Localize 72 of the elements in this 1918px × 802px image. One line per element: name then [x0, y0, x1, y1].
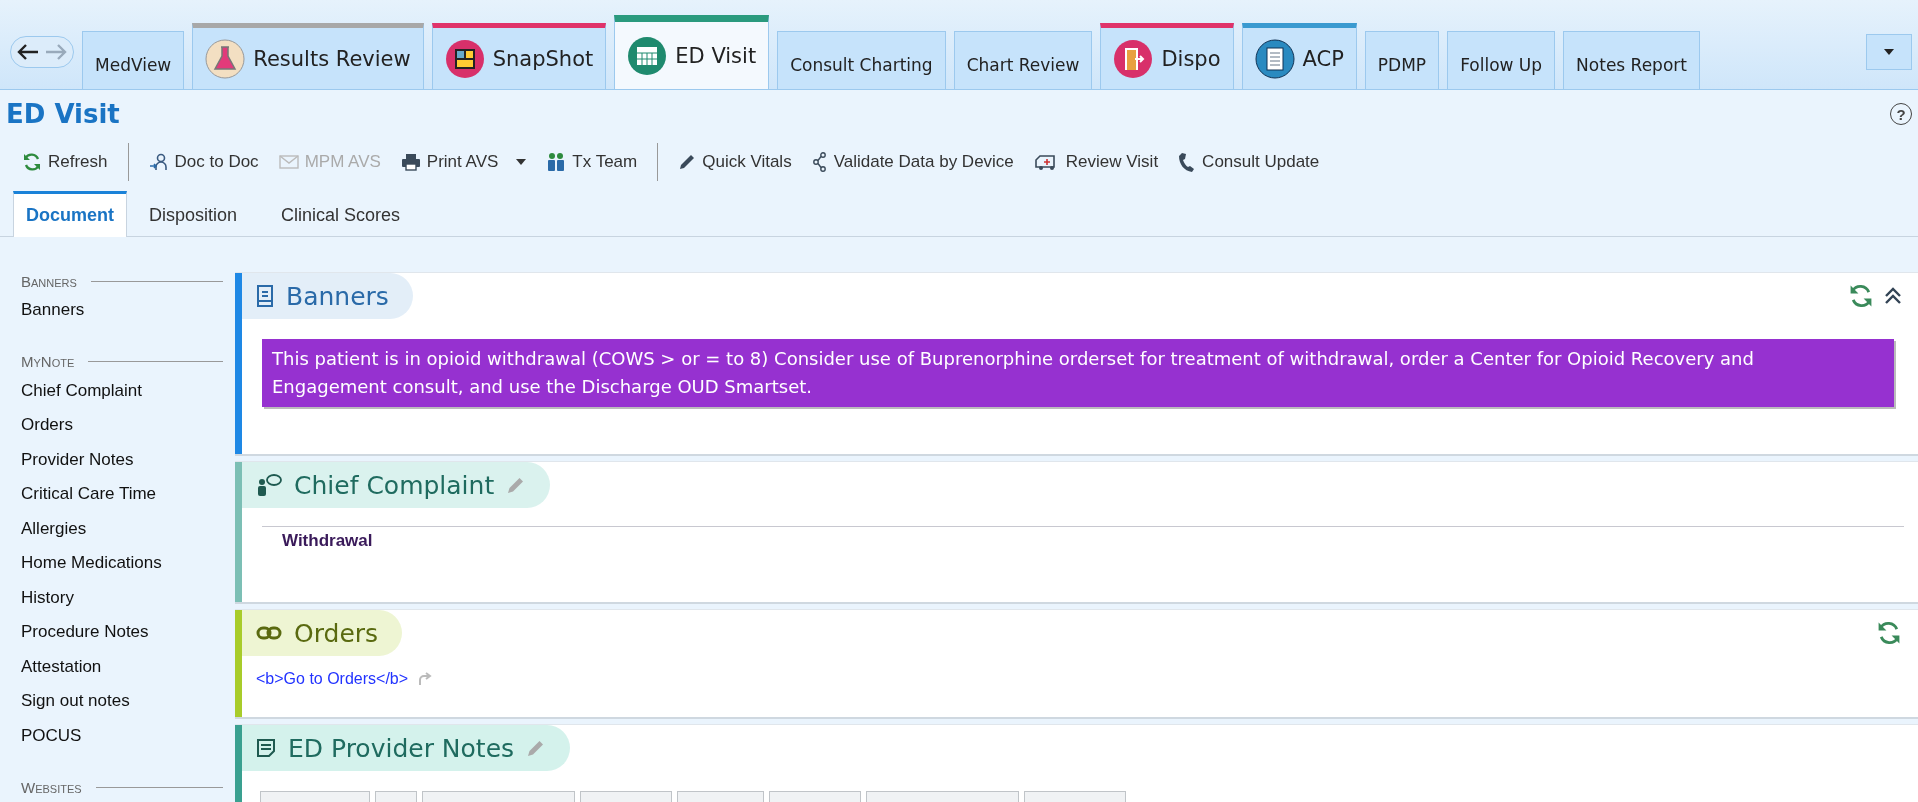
complaint-text: Withdrawal — [282, 531, 373, 551]
sidebar-item[interactable]: Sign out notes — [21, 684, 223, 719]
tab[interactable]: PDMP — [1364, 31, 1440, 89]
flask-icon — [205, 38, 246, 79]
toolbar-button[interactable]: Doc to Doc — [140, 148, 267, 176]
printer-icon — [400, 153, 421, 171]
sub-tab[interactable]: Document — [13, 191, 127, 237]
caret-icon — [1884, 48, 1894, 55]
sidebar-item[interactable]: Home Medications — [21, 546, 223, 581]
sidebar-item[interactable]: Provider Notes — [21, 442, 223, 477]
refresh-icon[interactable] — [1848, 283, 1874, 309]
envelope-icon — [278, 154, 299, 170]
tab[interactable]: ED Visit — [614, 15, 770, 89]
tab[interactable]: Notes Report — [1563, 31, 1700, 89]
sidebar-heading: Websites — [21, 778, 82, 796]
document-icon — [256, 285, 274, 307]
sidebar-item[interactable]: Critical Care Time — [21, 477, 223, 512]
toolbar-button[interactable]: Print AVS — [392, 148, 535, 176]
sidebar-item[interactable]: Orders — [21, 408, 223, 443]
gallery-icon — [444, 38, 485, 79]
back-arrow-icon[interactable] — [17, 42, 39, 61]
orders-link[interactable]: <b>Go to Orders</b> — [256, 670, 409, 688]
alert-banner: This patient is in opioid withdrawal (COWS > or = to 8) Consider use of Buprenorphine orderset for treatment of withdrawal, order a Center for Opioid Recovery and Engagement consult, and use the Discharge OUD Smartset. — [262, 339, 1894, 407]
toolbar-button[interactable]: Quick Vitals — [670, 148, 800, 176]
person-arrow-icon — [148, 152, 169, 172]
refresh-icon — [22, 152, 42, 172]
section-title: Chief Complaint — [294, 470, 495, 500]
notebook-icon — [1254, 38, 1295, 79]
collapse-icon[interactable] — [1884, 286, 1902, 306]
tab[interactable]: Follow Up — [1447, 31, 1556, 89]
tab[interactable]: MedView — [82, 31, 185, 89]
arrow-icon — [418, 672, 433, 686]
pencil-icon — [678, 153, 697, 171]
sidebar-item[interactable]: Banners — [21, 293, 223, 328]
share-nodes-icon — [811, 152, 828, 172]
chain-link-icon — [256, 625, 282, 641]
toolbar-button[interactable]: Tx Team — [538, 148, 646, 176]
tab[interactable]: Results Review — [192, 23, 424, 89]
section-title: ED Provider Notes — [288, 733, 515, 763]
page-title: ED Visit — [6, 99, 120, 129]
back-forward-buttons[interactable] — [10, 35, 74, 68]
tab[interactable]: Dispo — [1100, 23, 1234, 89]
toolbar-button[interactable]: Refresh — [14, 148, 116, 176]
section-title: Banners — [286, 281, 389, 311]
tab[interactable]: Chart Review — [953, 31, 1093, 89]
team-icon — [546, 152, 567, 172]
sub-tab[interactable]: Disposition — [127, 194, 260, 236]
person-speech-icon — [256, 473, 282, 497]
sidebar-item[interactable]: Procedure Notes — [21, 615, 223, 650]
door-icon — [1113, 38, 1154, 79]
tab-menu-button[interactable] — [1866, 33, 1912, 70]
sidebar-item[interactable]: History — [21, 580, 223, 615]
forward-arrow-icon[interactable] — [45, 42, 67, 61]
sidebar-heading: MyNote — [21, 353, 75, 370]
phone-icon — [1178, 152, 1197, 172]
toolbar-button[interactable]: Consult Update — [1170, 148, 1328, 176]
toolbar-button[interactable]: Validate Data by Device — [803, 148, 1022, 176]
note-icon — [256, 738, 276, 758]
tab[interactable]: ACP — [1241, 23, 1357, 89]
calendar-icon — [627, 35, 668, 76]
caret-icon — [516, 159, 527, 165]
refresh-icon[interactable] — [1876, 620, 1902, 646]
tab[interactable]: Consult Charting — [777, 31, 946, 89]
sidebar-heading: Banners — [21, 272, 77, 290]
sidebar-item[interactable]: Attestation — [21, 649, 223, 684]
tab[interactable]: SnapShot — [431, 23, 607, 89]
sub-tab[interactable]: Clinical Scores — [259, 194, 423, 236]
toolbar-button[interactable]: Review Visit — [1025, 148, 1167, 176]
sidebar-item[interactable]: POCUS — [21, 718, 223, 753]
sidebar-item[interactable]: Chief Complaint — [21, 373, 223, 408]
section-title: Orders — [294, 618, 379, 648]
sidebar-item[interactable]: Allergies — [21, 511, 223, 546]
